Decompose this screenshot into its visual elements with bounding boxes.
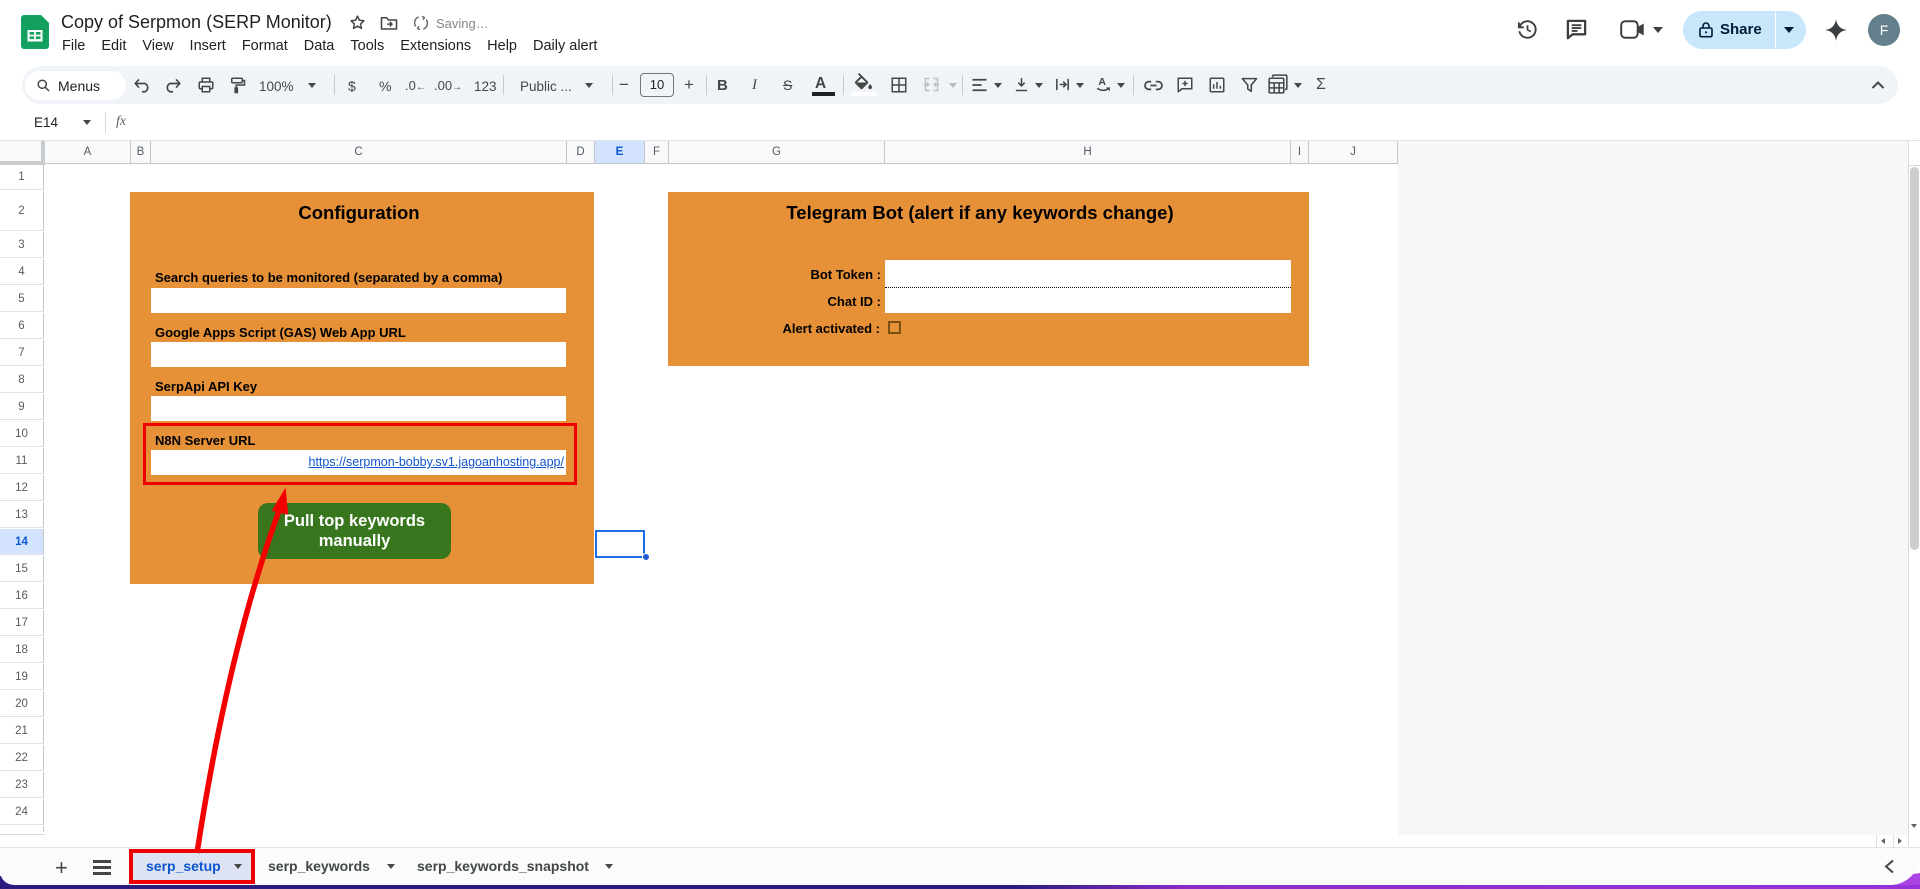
svg-text:A: A bbox=[1098, 76, 1106, 88]
